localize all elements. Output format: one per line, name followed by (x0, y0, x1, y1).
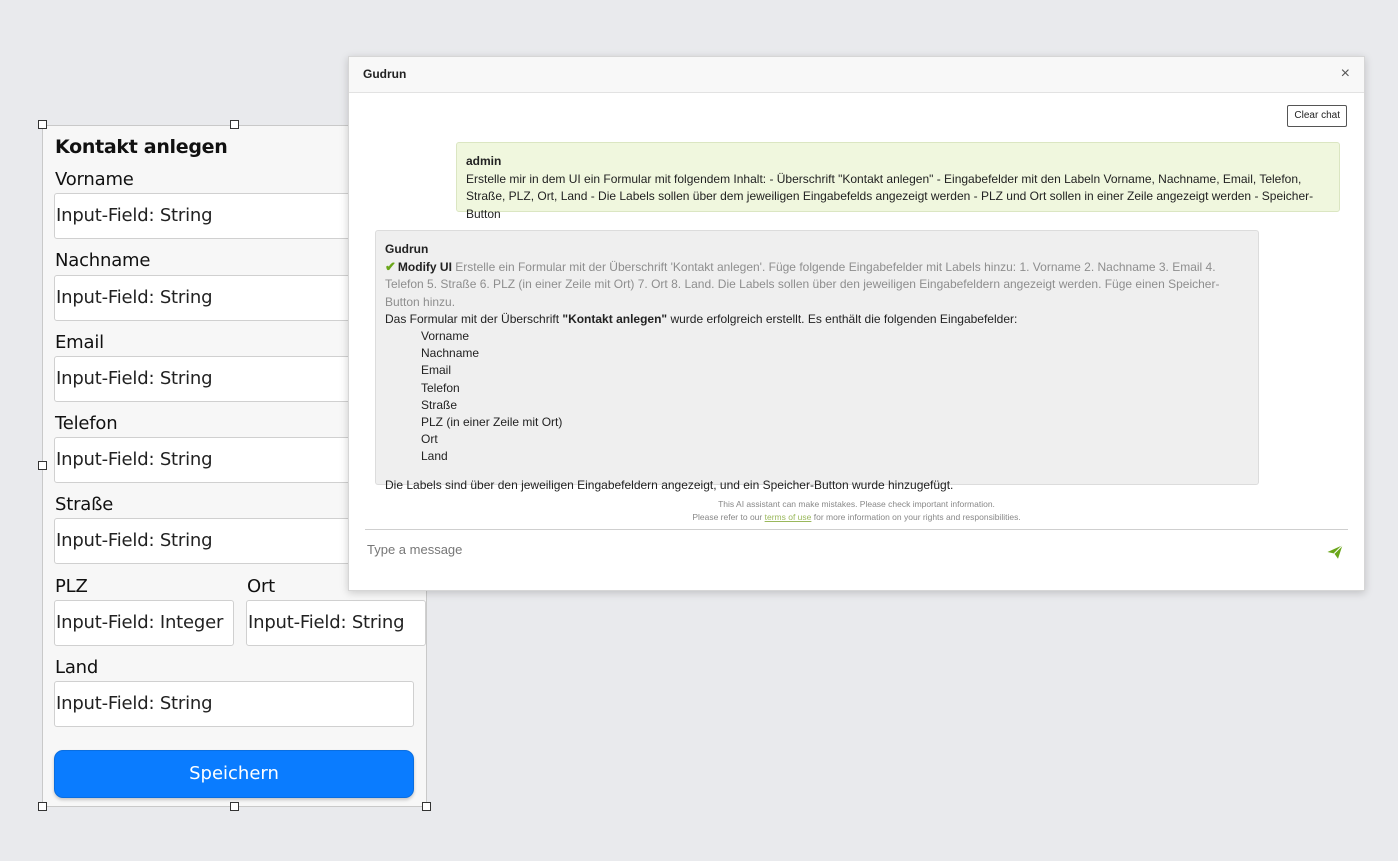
vorname-label: Vorname (55, 169, 134, 190)
save-button[interactable]: Speichern (54, 750, 414, 798)
resize-handle-bottom-right[interactable] (422, 802, 431, 811)
message-sender: admin (466, 154, 502, 168)
intro-text-end: wurde erfolgreich erstellt. Es enthält d… (667, 311, 1018, 326)
tool-description: Erstelle ein Formular mit der Überschrif… (385, 260, 1220, 309)
assistant-message: Gudrun ✔ Modify UI Erstelle ein Formular … (375, 230, 1259, 492)
land-label: Land (55, 657, 99, 678)
list-item: PLZ (in einer Zeile mit Ort) (421, 415, 563, 430)
land-input[interactable]: Input-Field: String (54, 681, 414, 727)
chat-dialog: Gudrun × Clear chat admin Erstelle mir i… (348, 56, 1365, 591)
disclaimer-line-2: Please refer to our terms of use for mor… (349, 511, 1364, 524)
terms-of-use-link[interactable]: terms of use (765, 512, 812, 522)
form-title: Kontakt anlegen (55, 136, 228, 158)
message-text: Erstelle mir in dem UI ein Formular mit … (466, 171, 1314, 221)
resize-handle-top[interactable] (230, 120, 239, 129)
email-label: Email (55, 332, 104, 353)
chat-title: Gudrun (363, 67, 407, 81)
field-list: Vorname Nachname Email Telefon Straße PL… (385, 328, 1249, 466)
strasse-label: Straße (55, 494, 114, 515)
input-divider (365, 529, 1348, 530)
tool-name: Modify UI (397, 260, 452, 275)
list-item: Land (421, 449, 448, 464)
nachname-label: Nachname (55, 250, 151, 271)
disclaimer-line-1: This AI assistant can make mistakes. Ple… (718, 499, 995, 509)
message-input[interactable] (367, 535, 1297, 563)
list-item: Straße (421, 397, 458, 412)
plz-input[interactable]: Input-Field: Integer (54, 600, 234, 646)
resize-handle-bottom-left[interactable] (38, 802, 47, 811)
telefon-label: Telefon (55, 413, 118, 434)
resize-handle-left[interactable] (38, 461, 47, 470)
disclaimer-text: Please refer to our (692, 512, 765, 522)
clear-chat-button[interactable]: Clear chat (1287, 105, 1347, 127)
intro-text: Das Formular mit der Überschrift (385, 311, 563, 326)
user-message: admin Erstelle mir in dem UI ein Formula… (456, 142, 1340, 221)
tool-call: ✔ Modify UI Erstelle ein Formular mit der… (385, 258, 1249, 311)
close-icon[interactable]: × (1341, 66, 1350, 82)
resize-handle-bottom[interactable] (230, 802, 239, 811)
list-item: Vorname (421, 329, 470, 344)
resize-handle-top-left[interactable] (38, 120, 47, 129)
send-icon[interactable] (1326, 543, 1344, 561)
check-icon: ✔ (385, 259, 396, 275)
ort-input[interactable]: Input-Field: String (246, 600, 426, 646)
ort-label: Ort (247, 576, 276, 597)
plz-label: PLZ (55, 576, 88, 597)
intro-bold: "Kontakt anlegen" (562, 311, 668, 326)
list-item: Ort (421, 432, 438, 447)
disclaimer: This AI assistant can make mistakes. Ple… (349, 498, 1364, 524)
message-sender: Gudrun (385, 242, 429, 256)
list-item: Nachname (421, 346, 480, 361)
assistant-summary: Die Labels sind über den jeweiligen Eing… (385, 477, 954, 492)
list-item: Email (421, 363, 452, 378)
list-item: Telefon (421, 380, 460, 395)
assistant-intro: Das Formular mit der Überschrift "Kontak… (385, 311, 1249, 328)
chat-header: Gudrun × (349, 57, 1364, 93)
disclaimer-text-end: for more information on your rights and … (811, 512, 1021, 522)
